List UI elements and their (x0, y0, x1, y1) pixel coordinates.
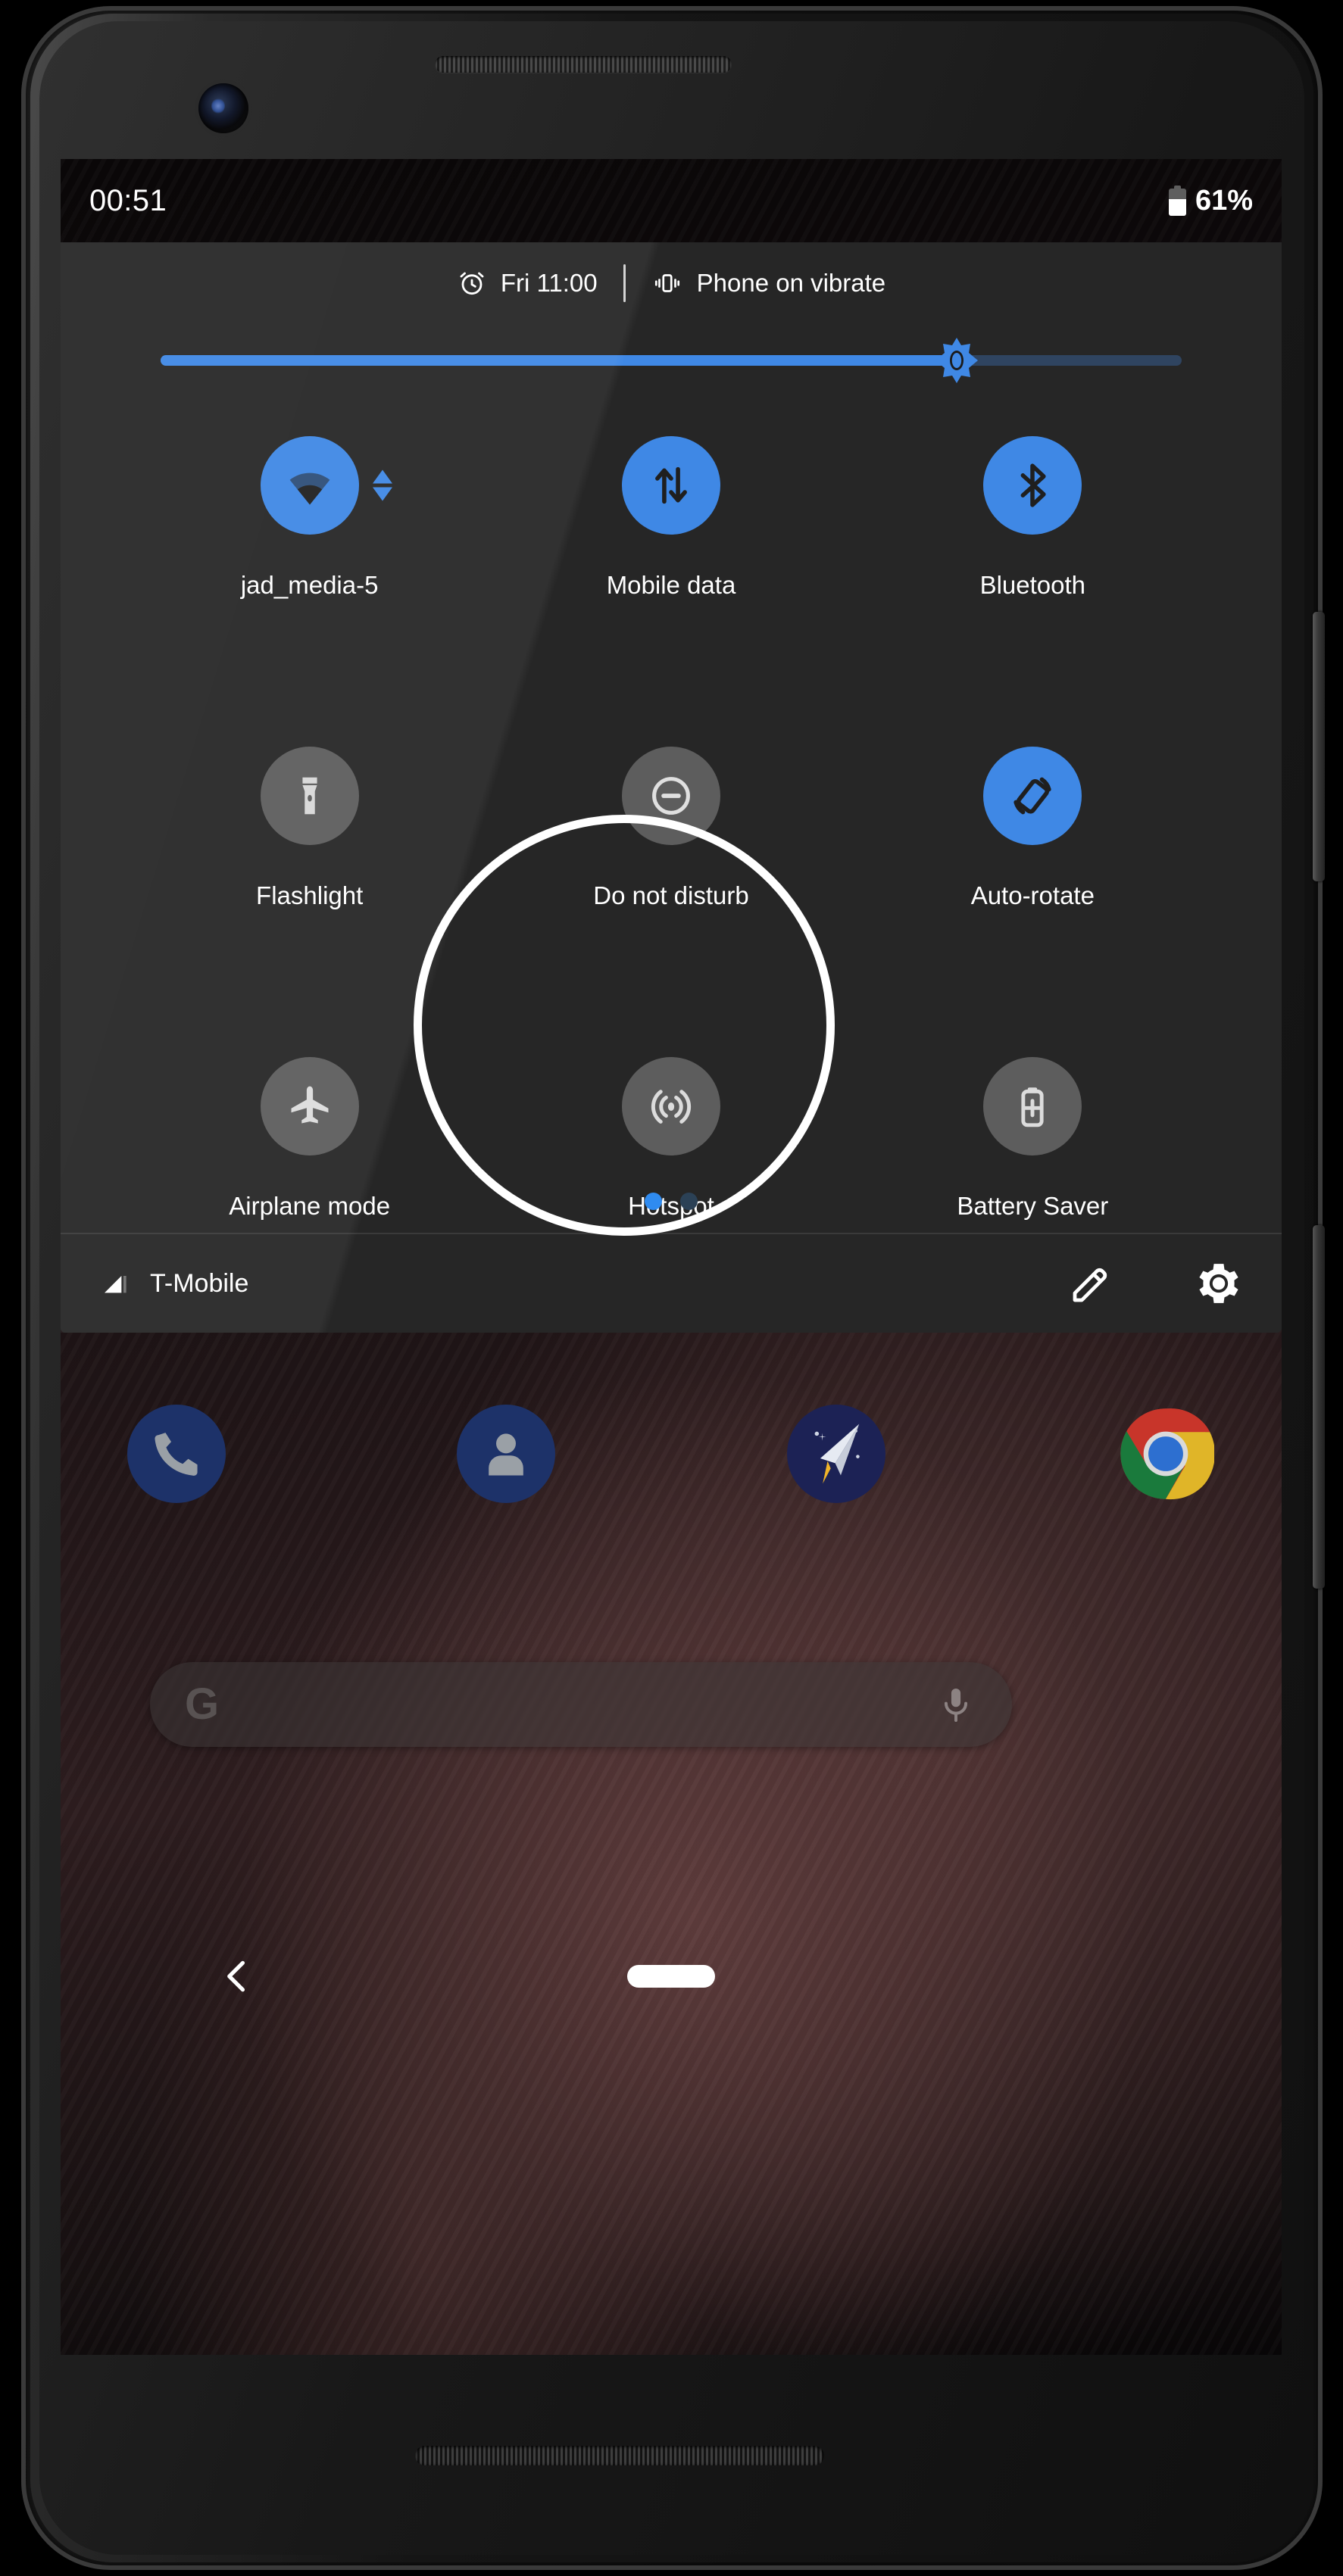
qs-tile-icon-wrap (983, 1057, 1082, 1155)
earpiece-speaker-icon (435, 56, 732, 73)
bottom-speaker-grille (415, 2446, 824, 2465)
qs-tile-icon-wrap (621, 436, 720, 535)
qs-tile-label: Flashlight (256, 881, 364, 909)
data-transfer-arrows-icon (372, 469, 392, 501)
microphone-icon[interactable] (935, 1683, 977, 1726)
quick-settings-tile-grid: jad_media-5 Mobile data Bluetooth Flashl… (61, 397, 1282, 1358)
back-chevron-icon[interactable] (216, 1955, 258, 1997)
carrier-group: T-Mobile (100, 1268, 248, 1299)
quick-settings-footer: T-Mobile (61, 1234, 1282, 1333)
dock-app-chrome[interactable] (1117, 1405, 1215, 1503)
brightness-sun-icon (935, 338, 979, 383)
gear-settings-icon[interactable] (1195, 1260, 1242, 1307)
chrome-icon (1120, 1408, 1214, 1500)
navigation-bar (61, 1931, 1282, 2022)
wifi-icon (289, 472, 330, 505)
pencil-edit-icon[interactable] (1068, 1261, 1113, 1306)
volume-rocker-button[interactable] (1313, 1225, 1325, 1589)
qs-tile-icon-wrap (983, 436, 1082, 535)
ringer-status-group[interactable]: Phone on vibrate (651, 268, 886, 298)
qs-tile-mobile-data[interactable]: Mobile data (490, 427, 851, 738)
brightness-slider[interactable] (161, 338, 1182, 383)
contacts-icon (489, 1433, 524, 1476)
bluetooth-icon (1020, 463, 1046, 507)
dock-app-contacts[interactable] (457, 1405, 556, 1503)
messages-paper-plane-icon (814, 1424, 860, 1484)
qs-tile-label: jad_media-5 (240, 571, 379, 599)
qs-tile-icon-wrap (260, 1057, 359, 1155)
qs-tile-auto-rotate[interactable]: Auto-rotate (852, 738, 1213, 1048)
qs-tile-icon-wrap (260, 747, 359, 845)
status-bar-right-group: 61% (1168, 184, 1253, 217)
hotspot-icon (651, 1090, 692, 1124)
phone-icon (155, 1433, 198, 1476)
qs-tile-label: Bluetooth (979, 571, 1086, 599)
alarm-status-group[interactable]: Fri 11:00 (457, 268, 598, 298)
brightness-slider-thumb[interactable] (932, 336, 981, 385)
qs-tile-icon-wrap (621, 747, 720, 845)
qs-tile-flashlight[interactable]: Flashlight (129, 738, 490, 1048)
google-search-bar[interactable]: G (150, 1662, 1012, 1747)
alarm-time-label: Fri 11:00 (500, 269, 598, 297)
flashlight-icon (302, 777, 317, 815)
header-divider (623, 264, 626, 302)
brightness-slider-fill (161, 355, 957, 366)
phone-screen: 00:51 61% Fri 11:00 Phone on vibrate jad… (61, 159, 1282, 2355)
home-dock (61, 1405, 1282, 1503)
battery-percent-label: 61% (1195, 184, 1253, 217)
brightness-row (61, 324, 1282, 397)
qs-tile-bluetooth[interactable]: Bluetooth (852, 427, 1213, 738)
dock-app-messages[interactable] (786, 1405, 885, 1503)
quick-settings-page-dots[interactable] (61, 1193, 1282, 1210)
carrier-name-label: T-Mobile (150, 1268, 249, 1298)
status-bar: 00:51 61% (61, 159, 1282, 242)
alarm-clock-icon (460, 272, 484, 295)
qs-tile-do-not-disturb[interactable]: Do not disturb (490, 738, 851, 1048)
qs-tile-icon-wrap (260, 436, 392, 535)
page-dot[interactable] (680, 1193, 698, 1210)
quick-settings-panel: Fri 11:00 Phone on vibrate jad_media-5 M… (61, 242, 1282, 1333)
airplane-icon (291, 1086, 329, 1124)
quick-settings-header: Fri 11:00 Phone on vibrate (61, 242, 1282, 324)
qs-tile-label: Auto-rotate (970, 881, 1095, 909)
footer-actions (1068, 1260, 1242, 1307)
do-not-disturb-icon (652, 777, 690, 815)
qs-tile-icon-wrap (983, 747, 1082, 845)
page-dot-active[interactable] (645, 1193, 662, 1210)
google-g-icon: G (185, 1679, 220, 1729)
qs-tile-label: Mobile data (606, 571, 736, 599)
ringer-mode-label: Phone on vibrate (696, 269, 886, 297)
auto-rotate-icon (1013, 777, 1051, 815)
battery-icon (1168, 186, 1186, 216)
front-camera-icon (198, 83, 248, 133)
qs-tile-label: Do not disturb (593, 881, 749, 909)
status-bar-clock: 00:51 (89, 183, 167, 217)
battery-saver-icon (1021, 1087, 1044, 1127)
power-button[interactable] (1313, 612, 1325, 881)
signal-bars-icon (105, 1276, 126, 1293)
mobile-data-icon (655, 466, 687, 504)
vibrate-icon (654, 274, 679, 292)
home-pill-icon[interactable] (627, 1965, 715, 1988)
qs-tile-icon-wrap (621, 1057, 720, 1155)
dock-app-phone[interactable] (127, 1405, 226, 1503)
qs-tile-wifi[interactable]: jad_media-5 (129, 427, 490, 738)
